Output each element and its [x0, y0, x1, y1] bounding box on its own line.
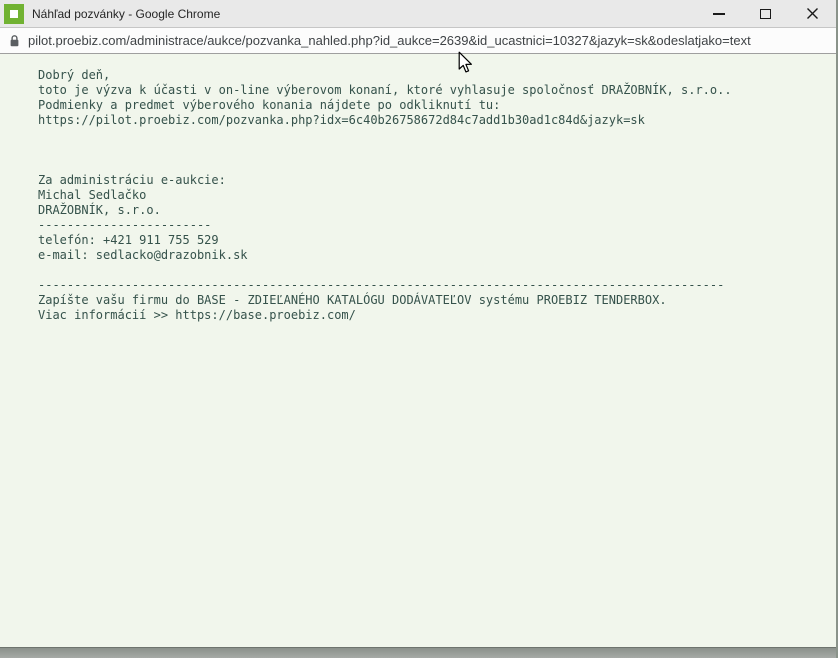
email-line: Zapíšte vašu firmu do BASE - ZDIEĽANÉHO …: [38, 293, 836, 308]
lock-icon[interactable]: [8, 34, 21, 48]
email-line: ----------------------------------------…: [38, 278, 836, 293]
window-titlebar: Náhľad pozvánky - Google Chrome: [0, 0, 836, 28]
page-content: Dobrý deň,toto je výzva k účasti v on-li…: [0, 54, 836, 647]
address-bar[interactable]: pilot.proebiz.com/administrace/aukce/poz…: [0, 28, 836, 54]
email-line: [38, 263, 836, 278]
email-line: e-mail: sedlacko@drazobnik.sk: [38, 248, 836, 263]
minimize-button[interactable]: [695, 0, 742, 27]
window-bottom-border: [0, 647, 836, 658]
email-line: telefón: +421 911 755 529: [38, 233, 836, 248]
url-text[interactable]: pilot.proebiz.com/administrace/aukce/poz…: [28, 33, 751, 48]
email-line: DRAŽOBNÍK, s.r.o.: [38, 203, 836, 218]
email-line: Za administráciu e-aukcie:: [38, 173, 836, 188]
email-line: https://pilot.proebiz.com/pozvanka.php?i…: [38, 113, 836, 128]
proebiz-favicon-icon: [4, 4, 24, 24]
email-line: Podmienky a predmet výberového konania n…: [38, 98, 836, 113]
email-body: Dobrý deň,toto je výzva k účasti v on-li…: [0, 54, 836, 323]
chrome-popup-window: Náhľad pozvánky - Google Chrome: [0, 0, 838, 658]
email-line: ------------------------: [38, 218, 836, 233]
window-controls: [695, 0, 836, 27]
email-line: [38, 128, 836, 143]
minimize-icon: [713, 13, 725, 15]
email-line: Dobrý deň,: [38, 68, 836, 83]
maximize-icon: [760, 9, 771, 19]
email-line: [38, 143, 836, 158]
email-line: Michal Sedlačko: [38, 188, 836, 203]
email-line: toto je výzva k účasti v on-line výberov…: [38, 83, 836, 98]
window-title: Náhľad pozvánky - Google Chrome: [32, 7, 695, 21]
favicon-inner-square: [10, 10, 18, 18]
email-line: Viac informácií >> https://base.proebiz.…: [38, 308, 836, 323]
close-button[interactable]: [789, 0, 836, 27]
maximize-button[interactable]: [742, 0, 789, 27]
close-icon: [806, 7, 819, 20]
email-line: [38, 158, 836, 173]
